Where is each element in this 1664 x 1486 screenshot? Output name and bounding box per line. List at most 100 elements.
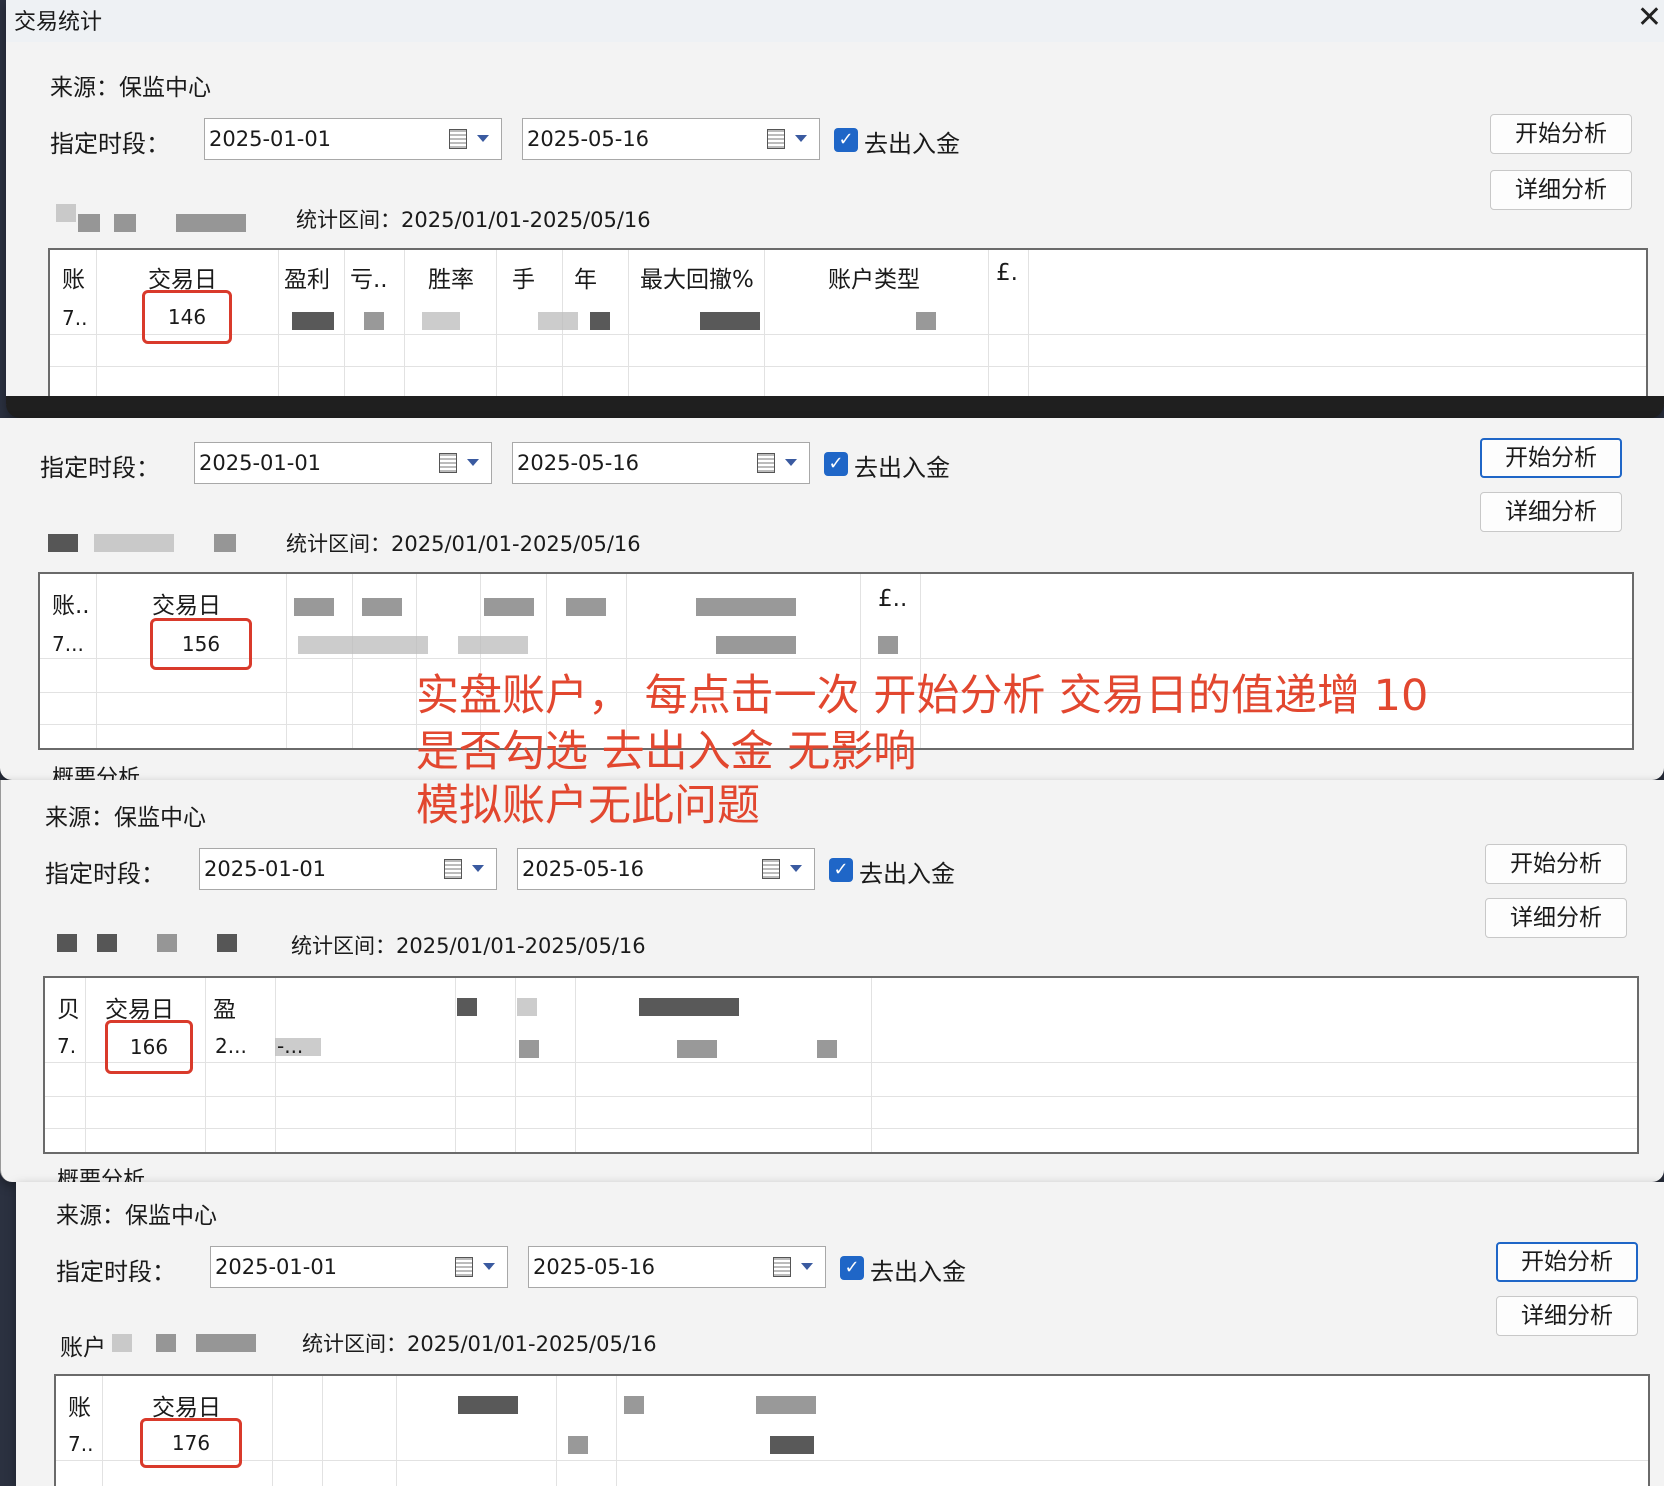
exclude-funds-label: 去出入金 — [854, 454, 950, 482]
col-annual[interactable]: 年 — [574, 260, 597, 294]
chevron-down-icon[interactable] — [801, 1263, 813, 1270]
redacted-cell — [916, 312, 936, 330]
col-account-type[interactable]: 账户类型 — [828, 260, 920, 294]
highlighted-trading-days[interactable]: 146 — [142, 290, 232, 344]
cell-account[interactable]: 7... — [52, 632, 84, 656]
annotation-line-3: 模拟账户无此问题 — [416, 781, 760, 831]
annotation-line-2: 是否勾选 去出入金 无影响 — [416, 727, 917, 777]
highlighted-trading-days[interactable]: 176 — [140, 1418, 242, 1468]
chevron-down-icon[interactable] — [477, 135, 489, 142]
redacted-account — [97, 934, 117, 952]
calendar-icon[interactable] — [767, 129, 785, 149]
start-analysis-button[interactable]: 开始分析 — [1480, 438, 1622, 478]
exclude-funds-checkbox[interactable]: ✓ — [840, 1256, 864, 1280]
redacted-account — [78, 214, 100, 232]
col-loss[interactable]: 亏.. — [350, 260, 388, 294]
chevron-down-icon[interactable] — [472, 865, 484, 872]
end-date-picker[interactable]: 2025-05-16 — [528, 1246, 826, 1288]
redacted-cell — [422, 312, 460, 330]
redacted-cell — [458, 636, 528, 654]
cell-account[interactable]: 7. — [57, 1034, 76, 1058]
chevron-down-icon[interactable] — [785, 459, 797, 466]
chevron-down-icon[interactable] — [795, 135, 807, 142]
redacted-header — [294, 598, 334, 616]
end-date-picker[interactable]: 2025-05-16 — [517, 848, 815, 890]
start-date-picker[interactable]: 2025-01-01 — [199, 848, 497, 890]
title-bar: 交易统计 ✕ — [6, 0, 1664, 42]
redacted-account — [214, 534, 236, 552]
redacted-cell — [298, 636, 428, 654]
col-profit[interactable]: 盈利 — [284, 260, 330, 294]
start-date-picker[interactable]: 2025-01-01 — [194, 442, 492, 484]
stats-window-4: 来源：保监中心 指定时段： 2025-01-01 2025-05-16 ✓ 去出… — [16, 1182, 1664, 1486]
chevron-down-icon[interactable] — [790, 865, 802, 872]
col-other[interactable]: £.. — [878, 586, 907, 612]
end-date-picker[interactable]: 2025-05-16 — [512, 442, 810, 484]
window-title: 交易统计 — [14, 10, 103, 35]
redacted-header — [639, 998, 739, 1016]
redacted-account — [157, 934, 177, 952]
start-date-value: 2025-01-01 — [204, 857, 327, 881]
cell-profit[interactable]: 2... — [215, 1034, 247, 1058]
range-label: 统计区间：2025/01/01-2025/05/16 — [291, 934, 646, 958]
redacted-account — [57, 934, 77, 952]
exclude-funds-checkbox[interactable]: ✓ — [834, 128, 858, 152]
stats-table: 账 交易日 盈利 亏.. 胜率 手 年 最大回撤% 账户类型 £. 7.. — [48, 248, 1648, 396]
col-trading-days[interactable]: 交易日 — [105, 990, 174, 1024]
calendar-icon[interactable] — [455, 1257, 473, 1277]
col-other[interactable]: £. — [996, 260, 1018, 286]
cell-loss[interactable]: -... — [277, 1034, 303, 1058]
cell-account[interactable]: 7.. — [62, 306, 87, 330]
detail-analysis-button[interactable]: 详细分析 — [1485, 898, 1627, 938]
cell-account[interactable]: 7.. — [68, 1432, 93, 1456]
overview-tab[interactable]: 概要分析 — [52, 760, 140, 780]
col-account[interactable]: 账 — [62, 260, 85, 294]
exclude-funds-checkbox[interactable]: ✓ — [824, 452, 848, 476]
detail-analysis-button[interactable]: 详细分析 — [1480, 492, 1622, 532]
start-date-picker[interactable]: 2025-01-01 — [204, 118, 502, 160]
range-label: 统计区间：2025/01/01-2025/05/16 — [296, 208, 651, 232]
exclude-funds-label: 去出入金 — [870, 1258, 966, 1286]
detail-analysis-button[interactable]: 详细分析 — [1496, 1296, 1638, 1336]
redacted-cell — [878, 636, 898, 654]
redacted-cell — [770, 1436, 814, 1454]
chevron-down-icon[interactable] — [483, 1263, 495, 1270]
calendar-icon[interactable] — [757, 453, 775, 473]
col-trading-days[interactable]: 交易日 — [152, 1388, 221, 1422]
detail-analysis-button[interactable]: 详细分析 — [1490, 170, 1632, 210]
calendar-icon[interactable] — [762, 859, 780, 879]
col-win-rate[interactable]: 胜率 — [428, 260, 474, 294]
start-date-picker[interactable]: 2025-01-01 — [210, 1246, 508, 1288]
highlighted-trading-days[interactable]: 166 — [105, 1020, 193, 1074]
close-icon[interactable]: ✕ — [1637, 0, 1662, 35]
col-hands[interactable]: 手 — [512, 260, 535, 294]
start-date-value: 2025-01-01 — [209, 127, 332, 151]
overview-tab[interactable]: 概要分析 — [57, 1162, 145, 1182]
account-label: 账户 — [60, 1335, 106, 1361]
col-max-drawdown[interactable]: 最大回撤% — [640, 260, 754, 294]
redacted-account — [56, 204, 76, 222]
redacted-account — [114, 214, 136, 232]
calendar-icon[interactable] — [449, 129, 467, 149]
start-analysis-button[interactable]: 开始分析 — [1485, 844, 1627, 884]
start-analysis-button[interactable]: 开始分析 — [1490, 114, 1632, 154]
redacted-cell — [590, 312, 610, 330]
end-date-value: 2025-05-16 — [522, 857, 645, 881]
calendar-icon[interactable] — [439, 453, 457, 473]
redacted-cell — [817, 1040, 837, 1058]
highlighted-trading-days[interactable]: 156 — [150, 618, 252, 670]
col-account[interactable]: 账 — [68, 1388, 91, 1422]
col-profit[interactable]: 盈 — [213, 990, 236, 1024]
start-analysis-button[interactable]: 开始分析 — [1496, 1242, 1638, 1282]
col-trading-days[interactable]: 交易日 — [148, 260, 217, 294]
calendar-icon[interactable] — [444, 859, 462, 879]
annotation-line-1: 实盘账户， 每点击一次 开始分析 交易日的值递增 10 — [416, 671, 1429, 721]
exclude-funds-checkbox[interactable]: ✓ — [829, 858, 853, 882]
col-trading-days[interactable]: 交易日 — [152, 586, 221, 620]
end-date-picker[interactable]: 2025-05-16 — [522, 118, 820, 160]
col-account[interactable]: 账.. — [52, 586, 90, 620]
stats-table: 账.. 交易日 £.. 7... — [38, 572, 1634, 750]
col-account[interactable]: 贝 — [57, 990, 80, 1024]
calendar-icon[interactable] — [773, 1257, 791, 1277]
chevron-down-icon[interactable] — [467, 459, 479, 466]
